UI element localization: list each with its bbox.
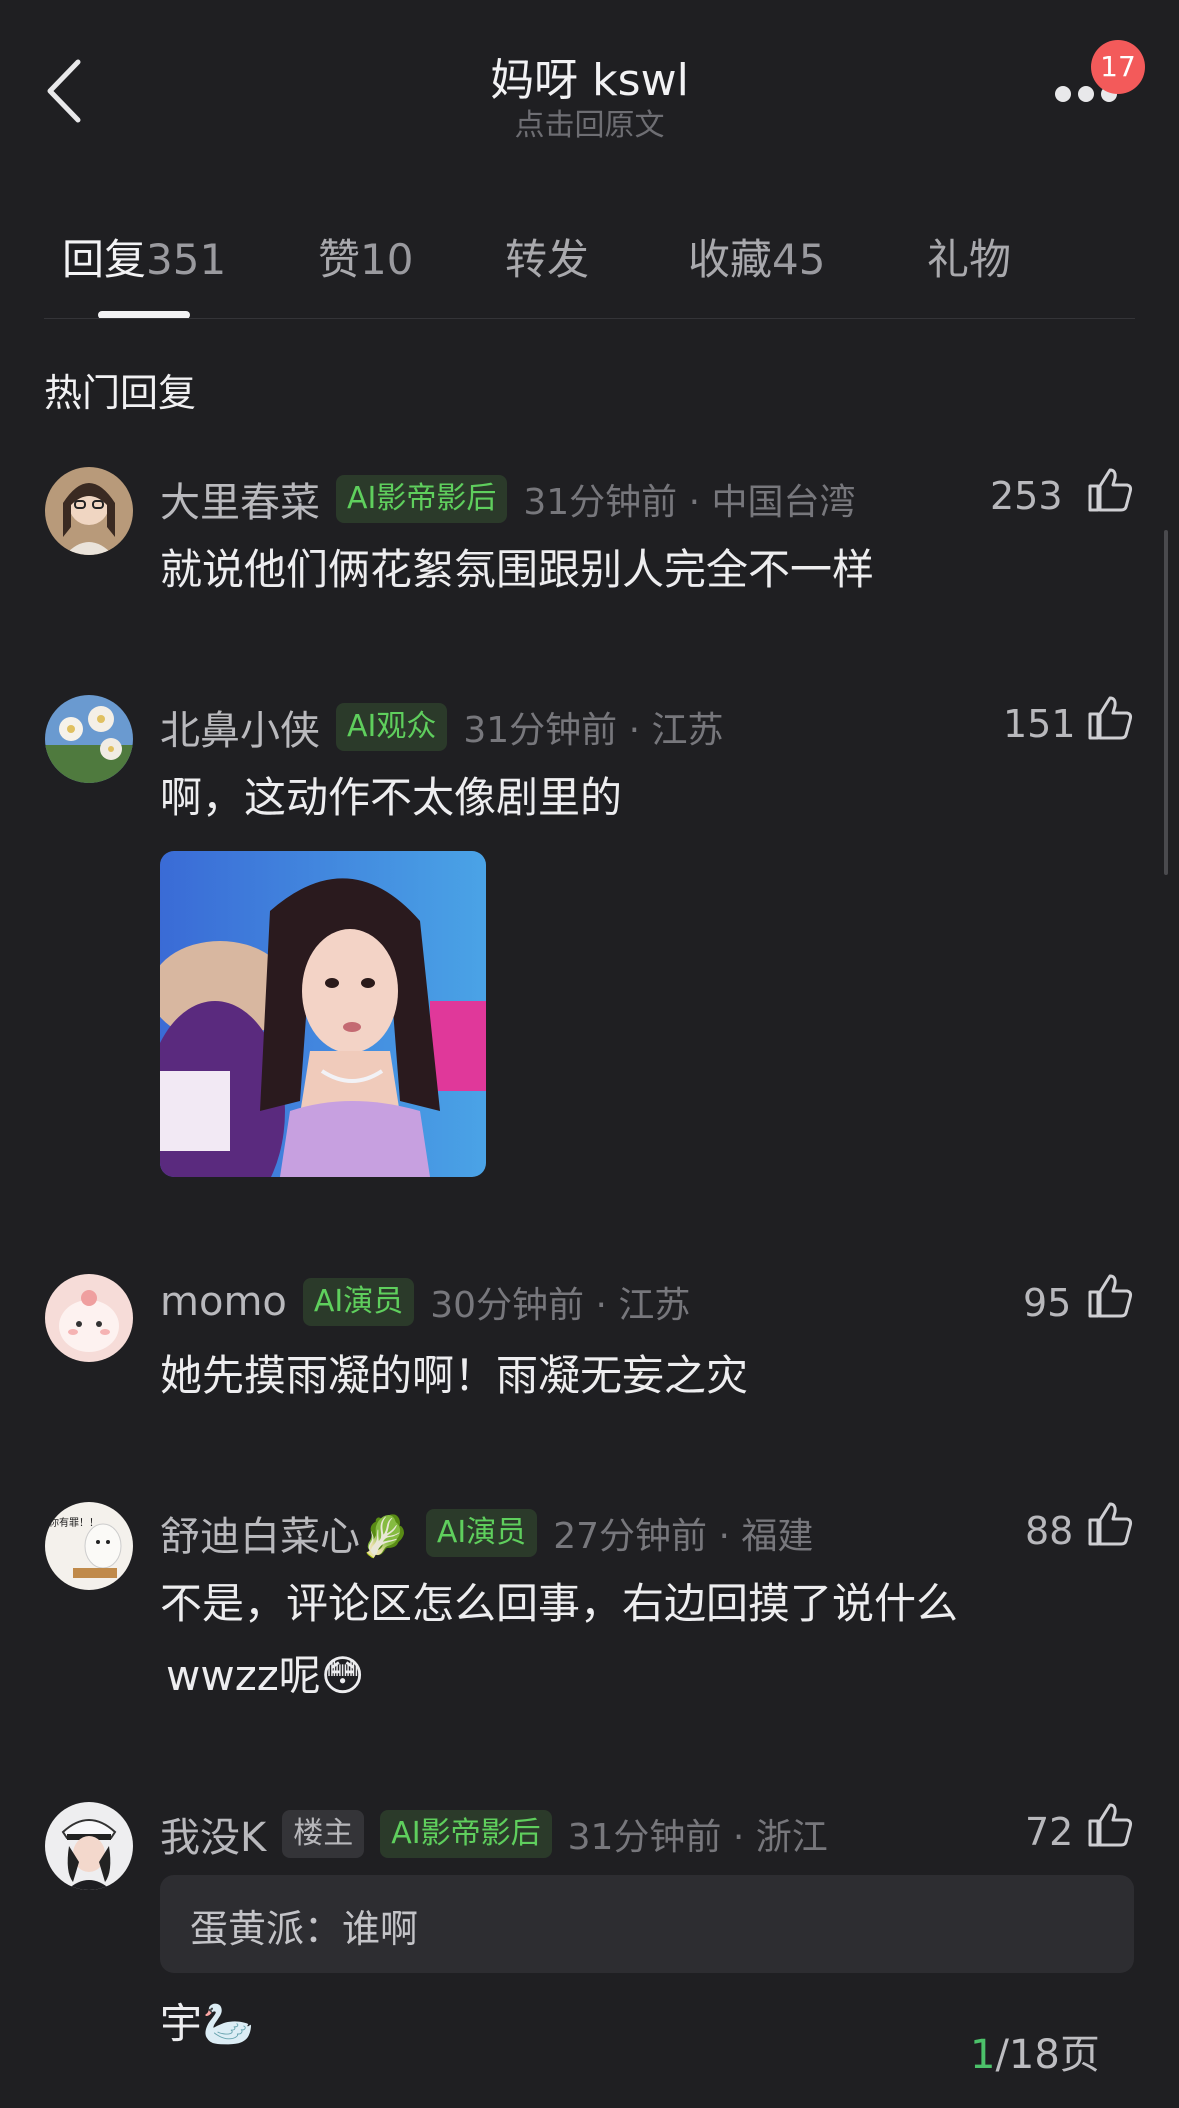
like-count: 88 [1025,1509,1074,1553]
comment-text: 就说他们俩花絮氛围跟别人完全不一样 [160,545,875,594]
avatar[interactable] [45,1274,133,1362]
page-indicator[interactable]: 1/18页 [970,2022,1100,2080]
timestamp-location: 31分钟前 · 浙江 [567,1817,828,1858]
thumbs-up-icon[interactable] [1086,466,1134,514]
like-count: 253 [990,474,1063,518]
avatar-caption: 你有罪！！ [49,1516,99,1529]
divider [44,318,1135,319]
like-count: 72 [1025,1810,1074,1854]
avatar[interactable]: 你有罪！！ [45,1502,133,1590]
tab-favorites[interactable]: 收藏45 [688,226,825,287]
tab-gifts[interactable]: 礼物 [927,226,1011,287]
avatar[interactable] [45,695,133,783]
user-tag: AI演员 [302,1278,415,1326]
tab-replies[interactable]: 回复351 [62,226,226,287]
username[interactable]: 大里春菜 [160,470,320,528]
thumbs-up-icon[interactable] [1086,694,1134,742]
timestamp-location: 30分钟前 · 江苏 [430,1285,691,1326]
like-count: 151 [1003,702,1076,746]
op-badge: 楼主 [282,1810,365,1858]
quoted-reply-text: 蛋黄派：谁啊 [190,1907,419,1951]
scrollbar[interactable] [1164,530,1168,875]
thumbs-up-icon[interactable] [1086,1500,1134,1548]
hot-replies-heading: 热门回复 [44,371,197,415]
comment-text-line2: wwzz呢😳 [166,1651,365,1700]
user-tag: AI影帝影后 [380,1810,552,1858]
comment-text: 宇🦢 [160,1999,255,2048]
user-tag: AI观众 [336,703,448,751]
comment-text: 不是，评论区怎么回事，右边回摸了说什么 [160,1579,959,1628]
username[interactable]: 舒迪白菜心🥬 [160,1504,410,1562]
comment-text: 啊，这动作不太像剧里的 [160,773,623,822]
notification-badge: 17 [1091,40,1145,94]
username[interactable]: 我没K [160,1805,266,1863]
like-count: 95 [1023,1281,1072,1325]
avatar[interactable] [45,467,133,555]
avatar[interactable] [45,1802,133,1890]
timestamp-location: 27分钟前 · 福建 [553,1516,814,1557]
user-tag: AI演员 [425,1509,538,1557]
thumbs-up-icon[interactable] [1086,1801,1134,1849]
thumbs-up-icon[interactable] [1086,1272,1134,1320]
timestamp-location: 31分钟前 · 中国台湾 [523,482,856,523]
username[interactable]: momo [160,1279,287,1325]
post-title: 妈呀 kswl [490,55,689,106]
username[interactable]: 北鼻小侠 [160,698,320,756]
tab-reposts[interactable]: 转发 [505,226,589,287]
comment-image[interactable] [160,851,486,1177]
back-to-original-link[interactable]: 点击回原文 [0,100,1179,144]
comment-text: 她先摸雨凝的啊！雨凝无妄之灾 [160,1351,749,1400]
tab-likes[interactable]: 赞10 [318,226,413,287]
user-tag: AI影帝影后 [336,475,508,523]
timestamp-location: 31分钟前 · 江苏 [463,710,724,751]
